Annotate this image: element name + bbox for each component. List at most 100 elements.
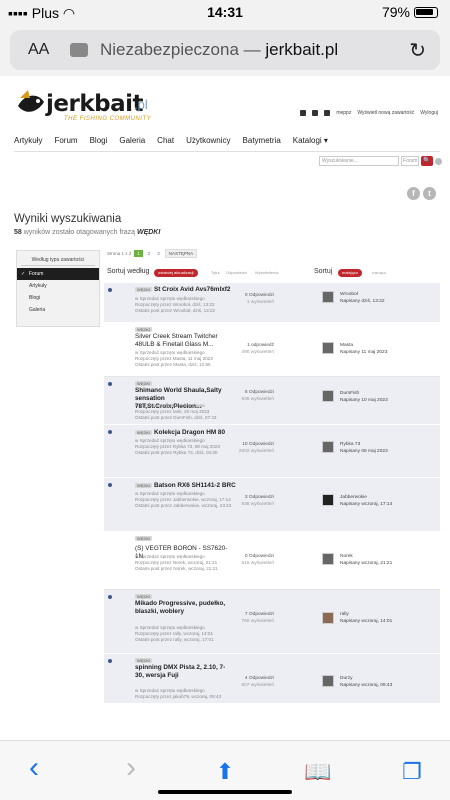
nav-catalogs[interactable]: Katalogi ▾ [293, 136, 328, 145]
sort-descending[interactable]: malejąco [338, 269, 363, 277]
topic-tag[interactable]: WĘDKI [135, 327, 153, 332]
logout-link[interactable]: Wyloguj [420, 110, 438, 116]
social-links: f t [407, 187, 436, 200]
topic-views: 838 wyświetleń [241, 501, 274, 507]
user-toolbar: meppz Wyświetl nową zawartość Wyloguj [300, 110, 438, 116]
filter-gallery[interactable]: Galeria [17, 304, 99, 316]
topic-tag[interactable]: WĘDKI [135, 430, 153, 435]
new-content-link[interactable]: Wyświetl nową zawartość [357, 110, 414, 116]
page-title: Wyniki wyszukiwania [14, 213, 122, 225]
topic-row[interactable]: WĘDKI Shimano World Shaula,Salty sensati… [104, 377, 440, 425]
avatar[interactable] [322, 675, 334, 687]
topic-tag[interactable]: WĘDKI [135, 658, 153, 663]
topic-tag[interactable]: WĘDKI [135, 536, 153, 541]
browser-toolbar: ‹ › ⬆ 📖 ❐ [0, 740, 450, 800]
next-page-button[interactable]: NASTĘPNA [164, 249, 198, 258]
page-3[interactable]: 3 [155, 250, 162, 257]
logo-tagline: THE FISHING COMMUNITY [64, 116, 152, 122]
nav-bathymetry[interactable]: Batymetria [243, 136, 281, 145]
topic-views: 935 wyświetleń [241, 396, 274, 402]
topic-row[interactable]: WĘDKI Silver Creek Stream Twitcher 48ULB… [104, 323, 440, 377]
page-2[interactable]: 2 [146, 250, 153, 257]
home-indicator [158, 790, 292, 794]
topic-title[interactable]: Batson RX6 SH1141-2 BRC [154, 482, 249, 490]
filter-heading: Według typu zawartości [21, 257, 95, 266]
user-menu-link[interactable]: meppz [336, 110, 351, 116]
topic-last-post: Ostatni post przez DumFish, dziś, 07:43 [135, 415, 217, 420]
site-logo[interactable]: jerkbait .pl THE FISHING COMMUNITY [14, 86, 164, 126]
filter-blogs[interactable]: Blogi [17, 292, 99, 304]
filter-articles[interactable]: Artykuły [17, 280, 99, 292]
topic-last-post: Ostatni post przez Masta, dziś, 12:55 [135, 362, 211, 367]
topic-views: 2602 wyświetleń [238, 448, 274, 454]
nav-users[interactable]: Użytkownicy [186, 136, 230, 145]
sort-controls: Sortuj według ostatniej aktualizacji Tyt… [107, 267, 440, 279]
battery-status: 79% [382, 4, 438, 20]
topic-row[interactable]: WĘDKI (S) VEGTER BORON - SS7620-1N w Spr… [104, 532, 440, 590]
bookmarks-icon[interactable]: 📖 [304, 759, 332, 785]
extension-icon[interactable] [70, 43, 88, 57]
nav-chat[interactable]: Chat [157, 136, 174, 145]
search-input[interactable]: Wyszukiwanie... [319, 156, 399, 166]
share-icon[interactable]: ⬆ [211, 759, 239, 785]
search-options-icon[interactable] [435, 157, 442, 165]
mail-icon[interactable] [312, 110, 319, 116]
nav-articles[interactable]: Artykuły [14, 136, 42, 145]
topic-tag[interactable]: WĘDKI [135, 483, 153, 488]
unread-dot-icon [108, 382, 112, 386]
topic-tag[interactable]: WĘDKI [135, 287, 153, 292]
avatar[interactable] [322, 553, 334, 565]
avatar[interactable] [322, 390, 334, 402]
forward-icon[interactable]: › [117, 751, 145, 784]
avatar[interactable] [322, 441, 334, 453]
topic-title[interactable]: Kolekcja Dragon HM 80 [154, 429, 249, 437]
topic-views: 615 wyświetleń [241, 560, 274, 566]
sort-last-update[interactable]: ostatniej aktualizacji [154, 269, 198, 277]
search-icon: 🔍 [423, 158, 431, 164]
last-post-date: Napisany wczoraj, 14:01 [340, 618, 393, 624]
nav-blogs[interactable]: Blogi [90, 136, 108, 145]
topic-last-post: Ostatni post przez Wrooboł, dziś, 13:22 [135, 308, 216, 313]
topic-row[interactable]: WĘDKI St Croix Avid Avs76mlxf2 w Sprzeda… [104, 283, 440, 323]
battery-percent: 79% [381, 4, 410, 20]
address-bar[interactable]: AA Niezabezpieczona — jerkbait.pl ↻ [10, 30, 440, 70]
topic-views: 1 wyświetleń [246, 299, 274, 305]
sort-title[interactable]: Tytuł [207, 269, 223, 277]
nav-gallery[interactable]: Galeria [119, 136, 145, 145]
url-text[interactable]: Niezabezpieczona — jerkbait.pl [100, 40, 338, 60]
page-1[interactable]: 1 [134, 250, 143, 257]
topic-last-post: Ostatni post przez rally, wczoraj, 17:01 [135, 637, 214, 642]
topic-row[interactable]: WĘDKI Kolekcja Dragon HM 80 w Sprzedaż s… [104, 425, 440, 478]
avatar[interactable] [322, 291, 334, 303]
status-bar: ▪▪▪▪ Plus ◠ 14:31 79% [0, 0, 450, 26]
topic-list: WĘDKI St Croix Avid Avs76mlxf2 w Sprzeda… [104, 283, 440, 704]
twitter-icon[interactable]: t [423, 187, 436, 200]
search-button[interactable]: 🔍 [421, 156, 433, 166]
sort-replies[interactable]: Odpowiedzi [222, 269, 251, 277]
topic-tag[interactable]: WĘDKI [135, 381, 153, 386]
filter-forum[interactable]: Forum [17, 268, 99, 280]
avatar[interactable] [322, 342, 334, 354]
unread-dot-icon [108, 483, 112, 487]
topic-row[interactable]: WĘDKI Batson RX6 SH1141-2 BRC w Sprzedaż… [104, 478, 440, 532]
tabs-icon[interactable]: ❐ [398, 759, 426, 785]
topic-row[interactable]: WĘDKI spinning DMX Pista 2, 2.10, 7-30, … [104, 654, 440, 704]
location-icon[interactable] [300, 110, 307, 116]
topic-row[interactable]: WĘDKI Mikado Progressive, pudełko, blasz… [104, 590, 440, 654]
results-phrase: WĘDKI [136, 229, 161, 236]
search-scope-select[interactable]: Forum [401, 156, 419, 166]
notifications-icon[interactable] [324, 110, 331, 116]
last-post-date: Napisany 08 maj 2023 [340, 448, 388, 454]
topic-views: 490 wyświetleń [241, 349, 274, 355]
topic-tag[interactable]: WĘDKI [135, 594, 153, 599]
nav-forum[interactable]: Forum [54, 136, 77, 145]
logo-suffix: .pl [134, 97, 148, 112]
back-icon[interactable]: ‹ [20, 751, 48, 784]
reader-settings-button[interactable]: AA [28, 41, 49, 59]
sort-ascending[interactable]: rosnąco [368, 269, 390, 277]
sort-views[interactable]: Wyświetlenia [251, 269, 282, 277]
facebook-icon[interactable]: f [407, 187, 420, 200]
reload-icon[interactable]: ↻ [409, 38, 426, 63]
avatar[interactable] [322, 494, 334, 506]
avatar[interactable] [322, 612, 334, 624]
